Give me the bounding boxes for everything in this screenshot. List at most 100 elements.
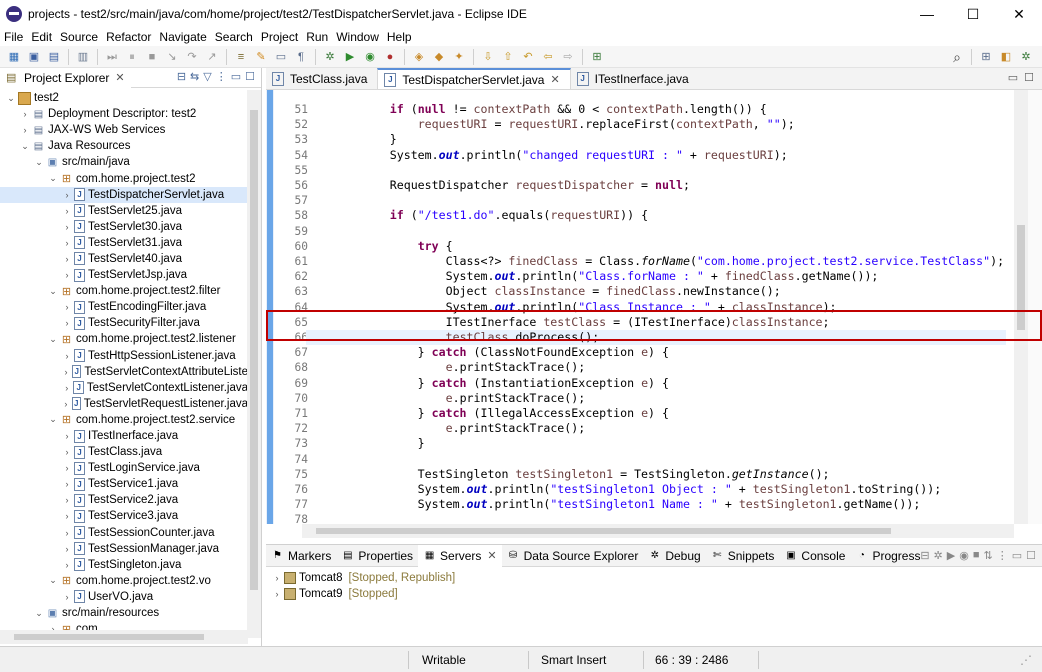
code-line[interactable]: e .printStackTrace(); (306, 360, 1006, 375)
highlight-icon[interactable]: ✎ (253, 49, 269, 65)
maximize-view-icon[interactable]: ☐ (1026, 549, 1036, 562)
tree-item[interactable]: › J UserVO.java (0, 589, 248, 605)
chevron-right-icon[interactable]: › (62, 431, 72, 441)
chevron-down-icon[interactable]: ⌄ (6, 93, 16, 104)
maximize-view-icon[interactable]: ☐ (1024, 71, 1034, 84)
tree-item[interactable]: › J TestHttpSessionListener.java (0, 348, 248, 364)
chevron-right-icon[interactable]: › (272, 573, 282, 583)
code-text[interactable]: if (null != contextPath && 0 < contextPa… (306, 90, 1006, 524)
chevron-down-icon[interactable]: ⌄ (48, 173, 58, 184)
link-with-editor-icon[interactable]: ⇆ (190, 70, 199, 83)
code-line[interactable]: requestURI = requestURI .replaceFirst(con… (306, 117, 1006, 132)
menu-file[interactable]: File (0, 30, 27, 44)
chevron-right-icon[interactable]: › (62, 222, 72, 232)
chevron-down-icon[interactable]: ⌄ (48, 334, 58, 345)
tab-project-explorer[interactable]: ▤ Project Explorer ✕ (0, 67, 131, 88)
code-line[interactable]: ITestInerface testClass = (ITestInerface… (306, 315, 1006, 330)
chevron-right-icon[interactable]: › (20, 109, 30, 119)
tab-markers[interactable]: ⚑ Markers (266, 545, 336, 567)
collapse-icon[interactable]: ⊟ (920, 549, 929, 562)
collapse-all-icon[interactable]: ⊟ (177, 70, 186, 83)
chevron-down-icon[interactable]: ⌄ (48, 286, 58, 297)
step-into-icon[interactable]: ↘ (164, 49, 180, 65)
chevron-down-icon[interactable]: ⌄ (48, 414, 58, 425)
search-icon[interactable]: ⌕ (949, 49, 965, 65)
status-insert-mode[interactable]: Smart Insert (541, 653, 606, 667)
step-over-icon[interactable]: ↷ (184, 49, 200, 65)
suspend-icon[interactable]: ⏸ (124, 49, 140, 65)
editor-horizontal-scrollbar[interactable] (302, 524, 1014, 538)
minimize-view-icon[interactable]: ▭ (1008, 71, 1018, 84)
code-line[interactable]: System. out .println("Class Instance : " +… (306, 300, 1006, 315)
code-line[interactable]: } catch (IllegalAccessException e) { (306, 406, 1006, 421)
stop-server-icon[interactable]: ■ (973, 549, 980, 562)
code-area[interactable]: 51 52 53 54 55 56 57 58 59 60 61 62 63 64 65 66 67 68 69 70… (266, 90, 1042, 524)
save-all-icon[interactable]: ▤ (46, 49, 62, 65)
tree-item[interactable]: › J TestSingleton.java (0, 557, 248, 573)
tree-item[interactable]: › J TestServlet25.java (0, 203, 248, 219)
chevron-right-icon[interactable]: › (20, 125, 30, 135)
scroll-thumb[interactable] (1017, 225, 1025, 330)
tab-testclass[interactable]: J TestClass.java (266, 68, 377, 89)
tab-data-source-explorer[interactable]: ⛁ Data Source Explorer (502, 545, 644, 567)
chevron-right-icon[interactable]: › (62, 528, 72, 538)
maximize-button[interactable]: ☐ (950, 0, 996, 28)
tree-item[interactable]: › J TestClass.java (0, 444, 248, 460)
chevron-right-icon[interactable]: › (62, 190, 72, 200)
code-line[interactable] (306, 452, 1006, 467)
code-line[interactable]: TestSingleton testSingleton1 = TestSingl… (306, 467, 1006, 482)
open-perspective-icon[interactable]: ⊞ (978, 49, 994, 65)
open-type-icon[interactable]: ◈ (411, 49, 427, 65)
search-tool-icon[interactable]: ✦ (451, 49, 467, 65)
block-select-icon[interactable]: ▭ (273, 49, 289, 65)
external-tools-icon[interactable]: ● (382, 49, 398, 65)
filter-icon[interactable]: ▽ (203, 70, 211, 83)
chevron-right-icon[interactable]: › (62, 560, 72, 570)
tree-item[interactable]: › J TestService3.java (0, 508, 248, 524)
close-icon[interactable]: ✕ (115, 71, 124, 84)
tree-item[interactable]: ⌄ ⊞ com.home.project.test2.listener (0, 331, 248, 347)
code-line[interactable]: } (306, 436, 1006, 451)
skip-breakpoints-icon[interactable]: ⏭ (104, 49, 120, 65)
code-line[interactable] (306, 224, 1006, 239)
forward-icon[interactable]: ⇨ (560, 49, 576, 65)
code-line[interactable] (306, 193, 1006, 208)
menu-run[interactable]: Run (302, 30, 332, 44)
chevron-right-icon[interactable]: › (62, 351, 72, 361)
tree-item[interactable]: › J TestServletContextListener.java (0, 380, 248, 396)
whitespace-icon[interactable]: ¶ (293, 49, 309, 65)
editor-vertical-scrollbar[interactable] (1014, 90, 1028, 524)
close-icon[interactable]: ✕ (487, 549, 496, 562)
toggle-mark-icon[interactable]: ≡ (233, 49, 249, 65)
minimize-view-icon[interactable]: ▭ (1012, 549, 1022, 562)
step-return-icon[interactable]: ↗ (204, 49, 220, 65)
scroll-thumb[interactable] (316, 528, 891, 534)
coverage-icon[interactable]: ◉ (362, 49, 378, 65)
chevron-right-icon[interactable]: › (62, 302, 72, 312)
tree-item[interactable]: ⌄ ▤ Java Resources (0, 138, 248, 154)
explorer-vertical-scrollbar[interactable] (247, 90, 261, 638)
chevron-right-icon[interactable]: › (62, 592, 72, 602)
tree-item[interactable]: › J TestSessionManager.java (0, 541, 248, 557)
scroll-thumb[interactable] (250, 110, 258, 590)
chevron-right-icon[interactable]: › (62, 367, 70, 377)
menu-window[interactable]: Window (332, 30, 383, 44)
tree-item[interactable]: › J TestServletContextAttributeListe (0, 364, 248, 380)
code-line[interactable]: System. out .println("Class.forName : " + … (306, 269, 1006, 284)
tree-item[interactable]: ⌄ ⊞ com.home.project.test2.vo (0, 573, 248, 589)
prev-annotation-icon[interactable]: ⇧ (500, 49, 516, 65)
chevron-down-icon[interactable]: ⌄ (34, 157, 44, 168)
tree-item[interactable]: › J TestSecurityFilter.java (0, 315, 248, 331)
menu-refactor[interactable]: Refactor (102, 30, 155, 44)
chevron-right-icon[interactable]: › (62, 479, 72, 489)
tab-console[interactable]: ▣ Console (779, 545, 850, 567)
terminate-icon[interactable]: ■ (144, 49, 160, 65)
tab-progress[interactable]: ◔ Progress (850, 545, 925, 567)
chevron-down-icon[interactable]: ⌄ (48, 575, 58, 586)
code-line[interactable]: if ("/test1.do" .equals(requestURI)) { (306, 208, 1006, 223)
tree-item[interactable]: › J TestService1.java (0, 476, 248, 492)
next-annotation-icon[interactable]: ⇩ (480, 49, 496, 65)
tree-item[interactable]: › J TestServlet30.java (0, 219, 248, 235)
open-task-icon[interactable]: ◆ (431, 49, 447, 65)
tree-item[interactable]: ⌄ ▣ src/main/java (0, 154, 248, 170)
